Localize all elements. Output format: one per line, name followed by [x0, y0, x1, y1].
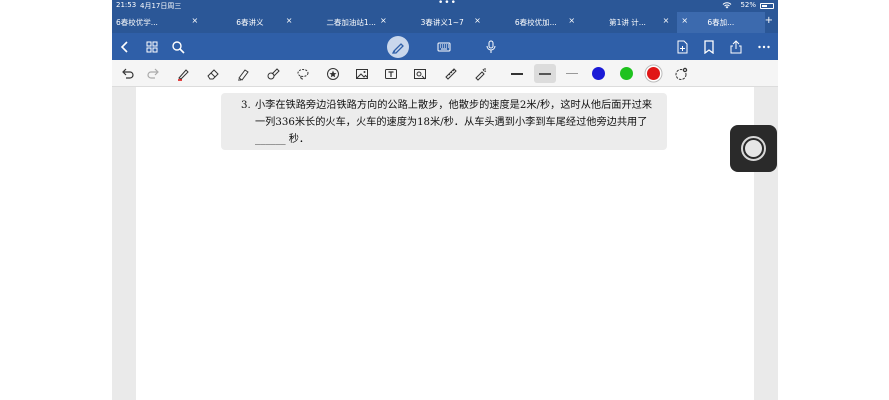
tab-7-active[interactable]: × 6春加... [677, 12, 765, 33]
ruler-icon[interactable] [442, 65, 460, 82]
text-box-icon[interactable] [382, 65, 400, 82]
color-blue-swatch[interactable] [592, 67, 605, 80]
close-icon[interactable]: × [568, 16, 575, 25]
document-page[interactable]: 3. 小李在铁路旁边沿铁路方向的公路上散步，他散步的速度是2米/秒，这时从他后面… [136, 87, 754, 400]
color-red-swatch[interactable] [647, 67, 660, 80]
status-bar: 21:53 4月17日周三 ••• 52% [112, 0, 778, 12]
redo-icon[interactable] [145, 65, 163, 82]
bookmark-icon[interactable] [700, 38, 718, 55]
tab-label: 6春校优加... [514, 18, 557, 27]
assistive-touch-button[interactable] [730, 125, 777, 172]
status-time: 21:53 [116, 1, 137, 9]
tab-label: 6春校优学... [116, 18, 158, 27]
document-canvas[interactable]: 3. 小李在铁路旁边沿铁路方向的公路上散步，他散步的速度是2米/秒，这时从他后面… [112, 87, 778, 400]
question-number: 3. [241, 100, 251, 111]
pen-mode-button[interactable] [387, 36, 409, 58]
tab-4[interactable]: 3春讲义1~7 × [395, 12, 489, 33]
tab-label: 二春加油站1... [326, 18, 376, 27]
color-picker-icon[interactable] [672, 65, 690, 82]
tab-6[interactable]: 第1讲 计... × [583, 12, 677, 33]
keyboard-icon[interactable] [435, 38, 453, 55]
wifi-icon [722, 1, 732, 11]
grid-icon[interactable] [143, 38, 161, 55]
tab-3[interactable]: 二春加油站1... × [300, 12, 394, 33]
highlighter-icon[interactable] [234, 65, 252, 82]
line-thick-option[interactable] [566, 73, 578, 74]
question-block: 3. 小李在铁路旁边沿铁路方向的公路上散步，他散步的速度是2米/秒，这时从他后面… [221, 93, 667, 150]
status-date: 4月17日周三 [140, 2, 182, 10]
battery-icon [760, 3, 774, 9]
app-bar [112, 33, 778, 60]
eraser-icon[interactable] [204, 65, 222, 82]
close-icon[interactable]: × [192, 16, 199, 25]
color-green-swatch[interactable] [620, 67, 633, 80]
battery-percent: 52% [740, 1, 756, 9]
document-tabs: 6春校优学... × 6春讲义 × 二春加油站1... × 3春讲义1~7 × 6春校优… [112, 12, 778, 33]
tab-label: 6春加... [707, 18, 735, 27]
close-icon[interactable]: × [663, 16, 670, 25]
share-icon[interactable] [727, 38, 745, 55]
close-icon[interactable]: × [681, 16, 688, 25]
tab-1[interactable]: 6春校优学... × [112, 12, 206, 33]
annotation-toolbar [112, 60, 778, 87]
screenshot-icon[interactable] [411, 65, 429, 82]
tab-label: 第1讲 计... [609, 18, 646, 27]
close-icon[interactable]: × [474, 16, 481, 25]
shapes-pen-icon[interactable] [264, 65, 282, 82]
tab-label: 3春讲义1~7 [420, 18, 464, 27]
line-medium-stroke [539, 73, 551, 75]
pen-icon [391, 43, 404, 54]
tab-2[interactable]: 6春讲义 × [206, 12, 300, 33]
close-icon[interactable]: × [380, 16, 387, 25]
multitask-dots-icon[interactable]: ••• [438, 0, 457, 8]
microphone-icon[interactable] [482, 38, 500, 55]
add-page-icon[interactable] [673, 38, 691, 55]
screen: 21:53 4月17日周三 ••• 52% 6春校优学... × 6春讲义 × 二春… [0, 0, 889, 400]
undo-icon[interactable] [118, 65, 136, 82]
ipad-screen: 21:53 4月17日周三 ••• 52% 6春校优学... × 6春讲义 × 二春… [112, 0, 778, 400]
image-icon[interactable] [353, 65, 371, 82]
more-icon[interactable] [755, 38, 773, 55]
add-tab-button[interactable]: + [765, 12, 778, 33]
sticker-icon[interactable] [324, 65, 342, 82]
pen-tool-icon[interactable] [174, 65, 192, 82]
tab-label: 6春讲义 [236, 18, 264, 27]
line-thin-option[interactable] [511, 73, 523, 75]
tab-5[interactable]: 6春校优加... × [489, 12, 583, 33]
question-text: 小李在铁路旁边沿铁路方向的公路上散步，他散步的速度是2米/秒，这时从他后面开过来… [255, 100, 653, 145]
close-icon[interactable]: × [286, 16, 293, 25]
search-icon[interactable] [169, 38, 187, 55]
laser-pointer-icon[interactable] [471, 65, 489, 82]
chevron-left-icon[interactable] [116, 38, 134, 55]
lasso-icon[interactable] [294, 65, 312, 82]
assistive-touch-icon [741, 136, 766, 161]
